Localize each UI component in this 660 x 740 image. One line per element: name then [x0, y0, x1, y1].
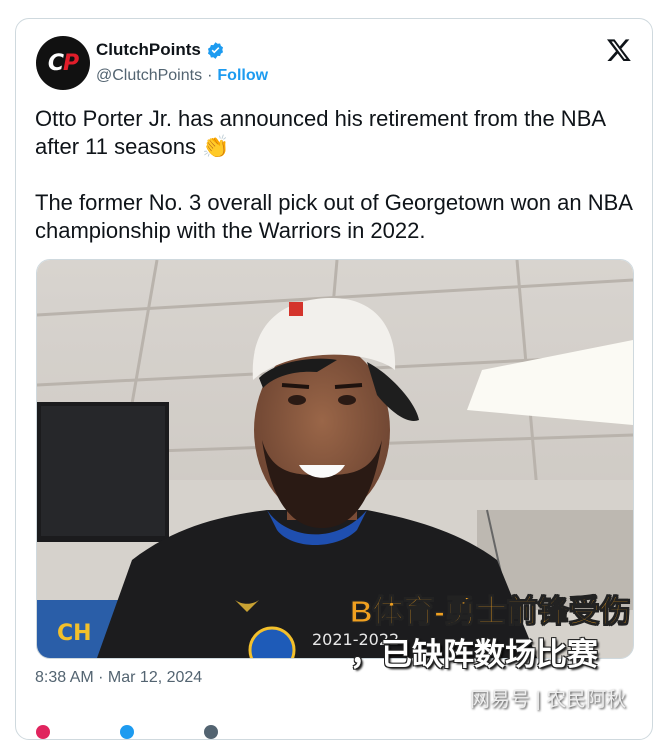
overlay-headline-1: B体育-勇士前锋受伤 [350, 594, 632, 630]
avatar[interactable]: CP [36, 36, 90, 90]
separator-dot: · [207, 67, 213, 84]
verified-badge-icon [207, 41, 223, 59]
follow-button[interactable]: Follow [217, 67, 268, 85]
x-logo-icon[interactable] [606, 37, 632, 63]
tweet-paragraph-2: The former No. 3 overall pick out of Geo… [35, 190, 632, 243]
tweet-text: Otto Porter Jr. has announced his retire… [35, 105, 635, 273]
share-icon[interactable] [204, 725, 218, 739]
like-icon[interactable] [36, 725, 50, 739]
tweet-paragraph-1: Otto Porter Jr. has announced his retire… [35, 106, 605, 159]
overlay-headline-2: ，已缺阵数场比赛 [350, 637, 598, 672]
author-name[interactable]: ClutchPoints [96, 40, 201, 60]
banner-text: CH [57, 621, 92, 646]
reply-icon[interactable] [120, 725, 134, 739]
clapping-hands-icon: 👏 [202, 134, 230, 159]
source-watermark: 网易号 | 农民阿秋 [470, 689, 627, 711]
action-bar [36, 725, 218, 739]
avatar-logo: CP [47, 50, 79, 76]
author-handle[interactable]: @ClutchPoints [96, 67, 202, 85]
author-name-row: ClutchPoints [96, 40, 225, 60]
tweet-timestamp[interactable]: 8:38 AM · Mar 12, 2024 [35, 669, 202, 687]
handle-row: @ClutchPoints · Follow [96, 67, 268, 85]
